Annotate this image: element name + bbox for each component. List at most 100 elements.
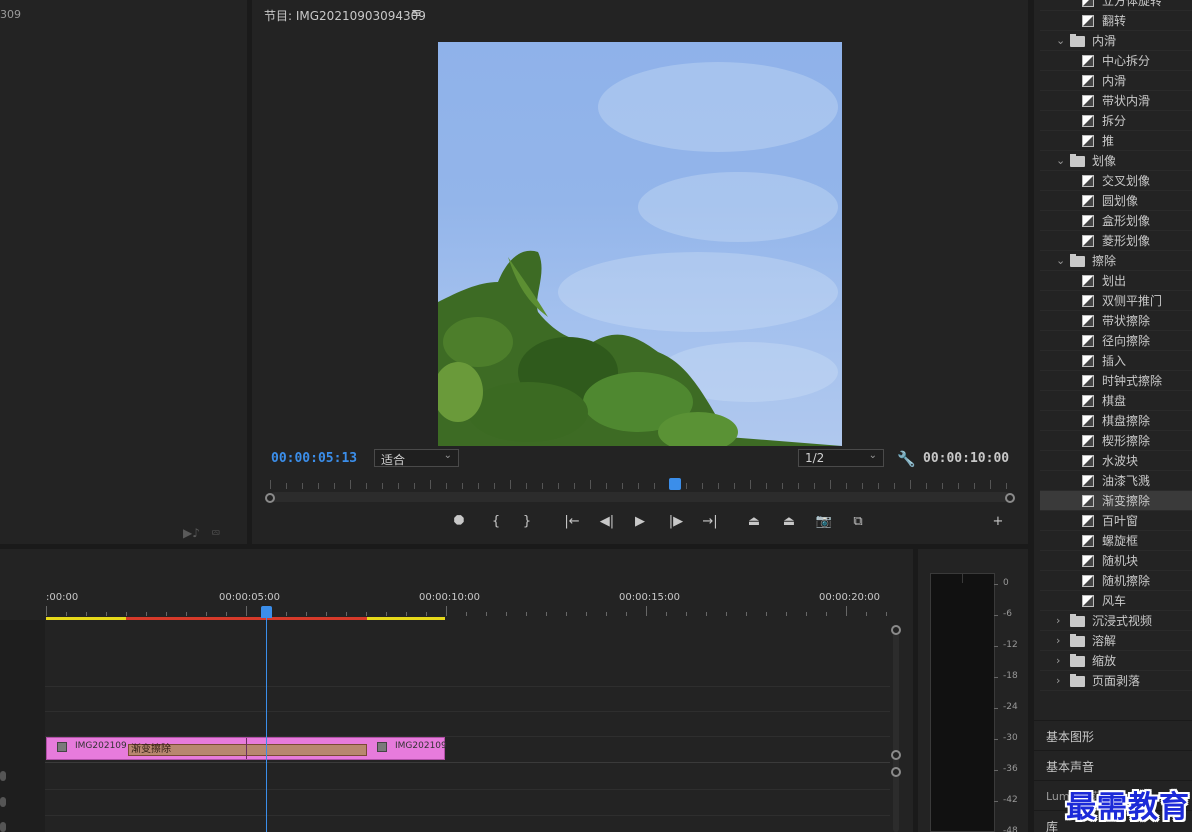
effects-folder[interactable]: ⌄ 内滑	[1040, 31, 1192, 51]
ruler-tick	[426, 612, 427, 616]
chevron-right-icon[interactable]: ›	[1056, 651, 1060, 671]
effects-item[interactable]: 楔形擦除	[1040, 431, 1192, 451]
effects-item[interactable]: 内滑	[1040, 71, 1192, 91]
chevron-right-icon[interactable]: ›	[1056, 611, 1060, 631]
effects-item-label: 双侧平推门	[1102, 294, 1163, 308]
fit-dropdown[interactable]: 适合 ⌄	[374, 449, 459, 467]
effects-item[interactable]: 盒形划像	[1040, 211, 1192, 231]
scroll-handle[interactable]	[891, 625, 901, 635]
effects-item[interactable]: 插入	[1040, 351, 1192, 371]
effects-item[interactable]: 菱形划像	[1040, 231, 1192, 251]
overwrite-icon[interactable]: ⮹	[211, 526, 221, 541]
chevron-right-icon[interactable]: ›	[1056, 631, 1060, 651]
hamburger-icon[interactable]: ≡	[411, 6, 422, 21]
effects-item[interactable]: 划出	[1040, 271, 1192, 291]
effects-folder[interactable]: ⌄ 擦除	[1040, 251, 1192, 271]
export-frame-button[interactable]: 📷	[813, 513, 835, 531]
add-button[interactable]: +	[987, 513, 1009, 531]
zoom-handle-right[interactable]	[1005, 493, 1015, 503]
effects-item[interactable]: 螺旋框	[1040, 531, 1192, 551]
effects-folder[interactable]: › 页面剥落	[1040, 671, 1192, 691]
scrub-bar[interactable]	[270, 492, 1010, 502]
db-tick	[994, 615, 998, 616]
extract-button[interactable]: ⏏	[778, 513, 800, 531]
wrench-icon[interactable]: 🔧	[897, 450, 916, 468]
chevron-down-icon[interactable]: ⌄	[1056, 31, 1065, 51]
essential-sound-tab[interactable]: 基本声音	[1034, 750, 1192, 780]
mic-icon[interactable]	[0, 797, 6, 807]
effects-item[interactable]: 油漆飞溅	[1040, 471, 1192, 491]
effects-item[interactable]: 渐变擦除	[1040, 491, 1192, 511]
play-button[interactable]: ▶	[629, 513, 651, 531]
transition-block[interactable]: 渐变擦除	[128, 744, 367, 756]
effects-item[interactable]: 双侧平推门	[1040, 291, 1192, 311]
effects-item[interactable]: 带状擦除	[1040, 311, 1192, 331]
effects-item[interactable]: 随机擦除	[1040, 571, 1192, 591]
effects-item[interactable]: 立方体旋转	[1040, 0, 1192, 11]
timeline-panel: :00:00 00:00:05:00 00:00:10:00 00:00:15:00 0…	[0, 549, 913, 832]
ruler-tick	[286, 483, 287, 489]
effects-item[interactable]: 圆划像	[1040, 191, 1192, 211]
time-label: :00:00	[46, 592, 79, 603]
edit-point[interactable]	[246, 738, 247, 759]
effects-item-label: 中心拆分	[1102, 54, 1151, 68]
effects-item[interactable]: 中心拆分	[1040, 51, 1192, 71]
effects-item-label: 油漆飞溅	[1102, 474, 1151, 488]
effects-item[interactable]: 棋盘	[1040, 391, 1192, 411]
effects-item[interactable]: 时钟式擦除	[1040, 371, 1192, 391]
effects-item[interactable]: 棋盘擦除	[1040, 411, 1192, 431]
chevron-down-icon[interactable]: ⌄	[1056, 251, 1065, 271]
effects-item[interactable]: 风车	[1040, 591, 1192, 611]
effects-item[interactable]: 翻转	[1040, 11, 1192, 31]
ruler-tick	[766, 483, 767, 489]
go-to-in-button[interactable]: |←	[561, 513, 583, 531]
step-forward-button[interactable]: |▶	[665, 513, 687, 531]
effects-folder[interactable]: › 沉浸式视频	[1040, 611, 1192, 631]
essential-graphics-tab[interactable]: 基本图形	[1034, 720, 1192, 750]
video-clip[interactable]: IMG202109 渐变擦除 IMG202109	[46, 737, 447, 760]
effects-item[interactable]: 水波块	[1040, 451, 1192, 471]
db-tick	[994, 801, 998, 802]
zoom-handle-left[interactable]	[265, 493, 275, 503]
lift-button[interactable]: ⏏	[743, 513, 765, 531]
resolution-dropdown[interactable]: 1/2 ⌄	[798, 449, 884, 467]
program-ruler[interactable]	[264, 479, 1010, 491]
chevron-right-icon[interactable]: ›	[1056, 671, 1060, 691]
effects-item[interactable]: 拆分	[1040, 111, 1192, 131]
effects-item-label: 菱形划像	[1102, 234, 1151, 248]
effects-item[interactable]: 交叉划像	[1040, 171, 1192, 191]
step-back-button[interactable]: ◀|	[596, 513, 618, 531]
effects-item[interactable]: 百叶窗	[1040, 511, 1192, 531]
current-timecode[interactable]: 00:00:05:13	[271, 451, 357, 466]
mark-in-button[interactable]: {	[485, 513, 507, 531]
scroll-handle[interactable]	[891, 750, 901, 760]
ruler-tick	[566, 612, 567, 616]
comparison-view-button[interactable]: ⧉	[847, 513, 869, 531]
effects-item[interactable]: 带状内滑	[1040, 91, 1192, 111]
go-to-out-button[interactable]: →|	[699, 513, 721, 531]
ruler-tick	[446, 606, 447, 616]
chevron-down-icon[interactable]: ⌄	[1056, 151, 1065, 171]
mic-icon[interactable]	[0, 771, 6, 781]
ruler-tick	[414, 483, 415, 489]
effects-folder[interactable]: ⌄ 划像	[1040, 151, 1192, 171]
vertical-scrollbar[interactable]	[893, 632, 899, 832]
insert-icon[interactable]: ▶♪	[183, 526, 200, 540]
mark-out-button[interactable]: }	[516, 513, 538, 531]
ruler-tick	[782, 483, 783, 489]
effects-folder[interactable]: › 缩放	[1040, 651, 1192, 671]
ruler-tick	[734, 483, 735, 489]
effects-folder[interactable]: › 溶解	[1040, 631, 1192, 651]
transition-icon	[1082, 535, 1094, 547]
scroll-handle[interactable]	[891, 767, 901, 777]
effects-item[interactable]: 径向擦除	[1040, 331, 1192, 351]
program-title[interactable]: 节目: IMG20210903094309	[264, 7, 426, 24]
mic-icon[interactable]	[0, 822, 6, 832]
add-marker-button[interactable]: ⯃	[448, 513, 470, 531]
ruler-tick	[746, 612, 747, 616]
effects-item[interactable]: 随机块	[1040, 551, 1192, 571]
transition-icon	[1082, 275, 1094, 287]
program-playhead[interactable]	[669, 478, 681, 490]
effects-item-label: 时钟式擦除	[1102, 374, 1163, 388]
effects-item[interactable]: 推	[1040, 131, 1192, 151]
